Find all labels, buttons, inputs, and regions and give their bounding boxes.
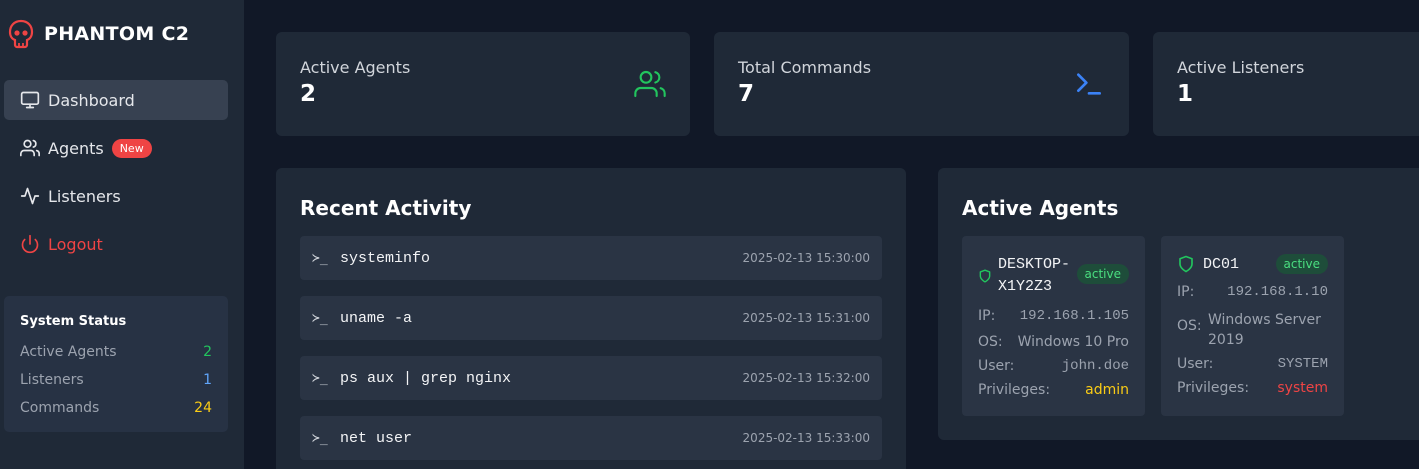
- sidebar-item-agents[interactable]: Agents New: [4, 128, 228, 168]
- agent-ip-row: IP: 192.168.1.10: [1177, 284, 1328, 300]
- agent-header: DC01 active: [1177, 254, 1328, 276]
- activity-command: ps aux | grep nginx: [340, 369, 512, 387]
- activity-timestamp: 2025-02-13 15:32:00: [742, 371, 870, 385]
- activity-item[interactable]: ≻_ net user 2025-02-13 15:33:00: [300, 416, 882, 460]
- field-label: IP:: [978, 308, 996, 324]
- stat-card-active-listeners: Active Listeners 1: [1153, 32, 1419, 136]
- agent-ip: 192.168.1.105: [1019, 308, 1129, 324]
- agent-user-row: User: john.doe: [978, 358, 1129, 374]
- agent-hostname: DESKTOP- X1Y2Z3: [998, 256, 1071, 295]
- brand[interactable]: PHANTOM C2: [8, 18, 189, 50]
- panel-title: Recent Activity: [300, 196, 472, 220]
- agent-user: SYSTEM: [1277, 356, 1328, 372]
- activity-item[interactable]: ≻_ ps aux | grep nginx 2025-02-13 15:32:…: [300, 356, 882, 400]
- status-label: Listeners: [20, 372, 84, 388]
- panel-title: Active Agents: [962, 196, 1119, 220]
- field-label: OS:: [978, 334, 1003, 350]
- terminal-prompt-icon: ≻_: [312, 310, 328, 326]
- terminal-icon: [1073, 68, 1105, 100]
- sidebar-item-label: Agents: [48, 138, 104, 158]
- monitor-icon: [20, 90, 40, 110]
- field-label: User:: [1177, 356, 1214, 372]
- status-value: 1: [203, 372, 212, 388]
- status-value: 24: [194, 400, 212, 416]
- status-value: 2: [203, 344, 212, 360]
- recent-activity-panel: Recent Activity ≻_ systeminfo 2025-02-13…: [276, 168, 906, 469]
- activity-icon: [20, 186, 40, 206]
- agent-os-row: OS: Windows Server 2019: [1177, 310, 1328, 350]
- stat-label: Active Agents: [300, 58, 411, 77]
- terminal-prompt-icon: ≻_: [312, 430, 328, 446]
- status-label: Commands: [20, 400, 100, 416]
- sidebar-item-label: Listeners: [48, 186, 121, 206]
- skull-icon: [8, 19, 34, 49]
- shield-icon: [978, 269, 992, 283]
- agent-os-row: OS: Windows 10 Pro: [978, 334, 1129, 350]
- activity-command: net user: [340, 429, 413, 447]
- system-status-panel: System Status Active Agents 2 Listeners …: [4, 296, 228, 432]
- agent-os: Windows 10 Pro: [1017, 334, 1129, 350]
- shield-icon: [1177, 255, 1195, 273]
- sidebar-nav: Dashboard Agents New Listeners Logout: [4, 80, 228, 272]
- agent-privileges: system: [1277, 380, 1328, 396]
- stat-value: 1: [1177, 81, 1194, 107]
- system-status-row: Active Agents 2: [20, 338, 212, 366]
- status-label: Active Agents: [20, 344, 117, 360]
- stat-label: Total Commands: [738, 58, 872, 77]
- agent-user-row: User: SYSTEM: [1177, 356, 1328, 372]
- users-icon: [20, 138, 40, 158]
- terminal-prompt-icon: ≻_: [312, 250, 328, 266]
- agent-user: john.doe: [1061, 358, 1129, 374]
- sidebar-item-dashboard[interactable]: Dashboard: [4, 80, 228, 120]
- system-status-row: Commands 24: [20, 394, 212, 422]
- agent-card[interactable]: DC01 active IP: 192.168.1.10 OS: Windows…: [1161, 236, 1344, 416]
- sidebar-item-label: Dashboard: [48, 90, 135, 110]
- sidebar-item-listeners[interactable]: Listeners: [4, 176, 228, 216]
- activity-item[interactable]: ≻_ uname -a 2025-02-13 15:31:00: [300, 296, 882, 340]
- users-icon: [634, 68, 666, 100]
- field-label: Privileges:: [1177, 380, 1250, 396]
- field-label: User:: [978, 358, 1015, 374]
- logout-button[interactable]: Logout: [4, 224, 228, 264]
- stat-label: Active Listeners: [1177, 58, 1305, 77]
- power-icon: [20, 234, 40, 254]
- agent-privileges-row: Privileges: system: [1177, 380, 1328, 396]
- agent-os: Windows Server 2019: [1208, 310, 1328, 350]
- status-badge: active: [1076, 264, 1129, 284]
- activity-timestamp: 2025-02-13 15:30:00: [742, 251, 870, 265]
- sidebar-item-label: Logout: [48, 234, 103, 254]
- agent-ip-row: IP: 192.168.1.105: [978, 308, 1129, 324]
- stat-card-active-agents: Active Agents 2: [276, 32, 690, 136]
- agent-privileges: admin: [1085, 382, 1129, 398]
- agent-header: DESKTOP- X1Y2Z3 active: [978, 254, 1129, 298]
- agent-ip: 192.168.1.10: [1227, 284, 1328, 300]
- stat-value: 7: [738, 81, 755, 107]
- activity-timestamp: 2025-02-13 15:31:00: [742, 311, 870, 325]
- agent-card[interactable]: DESKTOP- X1Y2Z3 active IP: 192.168.1.105…: [962, 236, 1145, 416]
- activity-timestamp: 2025-02-13 15:33:00: [742, 431, 870, 445]
- active-agents-panel: Active Agents DESKTOP- X1Y2Z3 active IP:…: [938, 168, 1419, 440]
- agent-privileges-row: Privileges: admin: [978, 382, 1129, 398]
- field-label: OS:: [1177, 318, 1202, 334]
- activity-command: systeminfo: [340, 249, 431, 267]
- system-status-title: System Status: [20, 314, 127, 329]
- agent-hostname: DC01: [1203, 256, 1240, 273]
- activity-command: uname -a: [340, 309, 413, 327]
- system-status-row: Listeners 1: [20, 366, 212, 394]
- new-badge: New: [111, 138, 152, 158]
- field-label: IP:: [1177, 284, 1195, 300]
- activity-item[interactable]: ≻_ systeminfo 2025-02-13 15:30:00: [300, 236, 882, 280]
- field-label: Privileges:: [978, 382, 1051, 398]
- brand-title: PHANTOM C2: [44, 23, 190, 45]
- sidebar: PHANTOM C2 Dashboard Agents New Listener…: [0, 0, 244, 469]
- agent-os-line: 2019: [1208, 332, 1244, 348]
- status-badge: active: [1275, 254, 1328, 274]
- agent-os-line: Windows Server: [1208, 312, 1321, 328]
- stat-value: 2: [300, 81, 317, 107]
- terminal-prompt-icon: ≻_: [312, 370, 328, 386]
- stat-card-total-commands: Total Commands 7: [714, 32, 1129, 136]
